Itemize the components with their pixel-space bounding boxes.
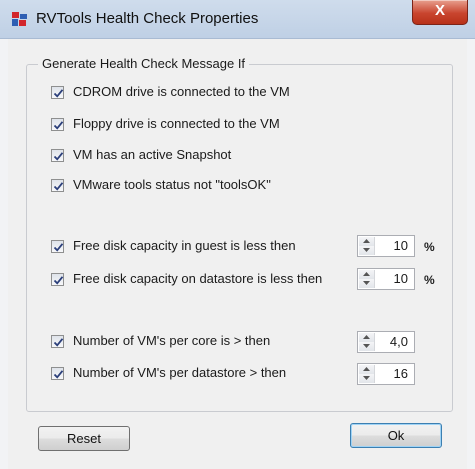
checkbox-vms-per-core[interactable] — [51, 335, 64, 348]
percent-unit: % — [424, 273, 435, 287]
spinner-value[interactable]: 16 — [394, 366, 408, 381]
checkmark-icon — [53, 152, 64, 161]
spin-buttons — [359, 365, 375, 383]
vms-per-core-spinner[interactable]: 4,0 — [357, 331, 415, 353]
checkbox-snapshot[interactable] — [51, 149, 64, 162]
check-label: Free disk capacity on datastore is less … — [73, 271, 323, 286]
groupbox-title: Generate Health Check Message If — [38, 56, 250, 71]
checkbox-vms-per-datastore[interactable] — [51, 367, 64, 380]
checkbox-tools-status[interactable] — [51, 179, 64, 192]
check-label: Free disk capacity in guest is less then — [73, 238, 296, 253]
title-bar[interactable]: RVTools Health Check Properties X — [0, 0, 475, 39]
checkbox-guest-disk[interactable] — [51, 240, 64, 253]
ok-button[interactable]: Ok — [350, 423, 442, 448]
checkmark-icon — [53, 243, 64, 252]
spin-down-arrow-icon — [363, 248, 370, 252]
spin-down-button[interactable] — [359, 374, 374, 383]
spin-down-button[interactable] — [359, 342, 374, 351]
spin-down-arrow-icon — [363, 344, 370, 348]
spin-up-arrow-icon — [363, 272, 370, 276]
checkmark-icon — [53, 338, 64, 347]
close-button[interactable]: X — [412, 0, 468, 25]
checkbox-datastore-disk[interactable] — [51, 273, 64, 286]
spin-buttons — [359, 237, 375, 255]
check-label: CDROM drive is connected to the VM — [73, 84, 290, 99]
spin-down-button[interactable] — [359, 246, 374, 255]
checkmark-icon — [53, 182, 64, 191]
spin-buttons — [359, 333, 375, 351]
checkmark-icon — [53, 89, 64, 98]
spin-up-arrow-icon — [363, 239, 370, 243]
spinner-value[interactable]: 10 — [394, 271, 408, 286]
spin-down-button[interactable] — [359, 279, 374, 288]
checkmark-icon — [53, 276, 64, 285]
check-label: VMware tools status not "toolsOK" — [73, 177, 271, 192]
checkmark-icon — [53, 121, 64, 130]
reset-button[interactable]: Reset — [38, 426, 130, 451]
check-label: Number of VM's per datastore > then — [73, 365, 287, 380]
checkbox-cdrom[interactable] — [51, 86, 64, 99]
spin-up-arrow-icon — [363, 335, 370, 339]
check-label: Number of VM's per core is > then — [73, 333, 271, 348]
spin-down-arrow-icon — [363, 281, 370, 285]
datastore-disk-threshold-spinner[interactable]: 10 — [357, 268, 415, 290]
checkmark-icon — [53, 370, 64, 379]
percent-unit: % — [424, 240, 435, 254]
spin-down-arrow-icon — [363, 376, 370, 380]
spinner-value[interactable]: 4,0 — [390, 334, 408, 349]
rvtools-app-icon — [12, 11, 28, 27]
spin-buttons — [359, 270, 375, 288]
vms-per-datastore-spinner[interactable]: 16 — [357, 363, 415, 385]
window-title: RVTools Health Check Properties — [36, 10, 259, 27]
checkbox-floppy[interactable] — [51, 118, 64, 131]
spin-up-arrow-icon — [363, 367, 370, 371]
health-check-dialog: RVTools Health Check Properties X Genera… — [0, 0, 475, 469]
guest-disk-threshold-spinner[interactable]: 10 — [357, 235, 415, 257]
spinner-value[interactable]: 10 — [394, 238, 408, 253]
check-label: Floppy drive is connected to the VM — [73, 116, 280, 131]
close-icon: X — [434, 2, 445, 19]
check-label: VM has an active Snapshot — [73, 147, 232, 162]
